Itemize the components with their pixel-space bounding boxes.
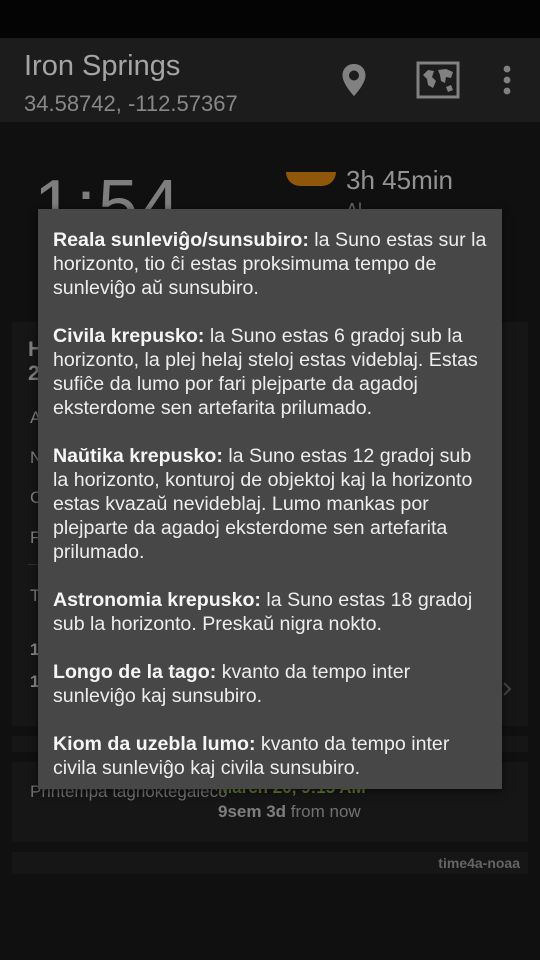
glossary-entry: Naŭtika krepusko: la Suno estas 12 grado… <box>53 444 489 564</box>
glossary-entry: Kiom da uzebla lumo: kvanto da tempo int… <box>53 732 489 780</box>
glossary-list: Reala sunleviĝo/sunsubiro: la Suno estas… <box>53 228 489 804</box>
glossary-term: Reala sunleviĝo/sunsubiro: <box>53 229 309 251</box>
glossary-entry: Civila krepusko: la Suno estas 6 gradoj … <box>53 324 489 420</box>
glossary-term: Kiom da uzebla lumo: <box>53 733 256 755</box>
glossary-term: Civila krepusko: <box>53 325 205 347</box>
glossary-entry: Longo de la tago: kvanto da tempo inter … <box>53 660 489 708</box>
glossary-term: Longo de la tago: <box>53 661 217 683</box>
glossary-entry: Reala sunleviĝo/sunsubiro: la Suno estas… <box>53 228 489 300</box>
glossary-dialog: Reala sunleviĝo/sunsubiro: la Suno estas… <box>38 209 502 789</box>
glossary-entry: Astronomia krepusko: la Suno estas 18 gr… <box>53 588 489 636</box>
glossary-term: Naŭtika krepusko: <box>53 445 223 467</box>
glossary-term: Astronomia krepusko: <box>53 589 261 611</box>
